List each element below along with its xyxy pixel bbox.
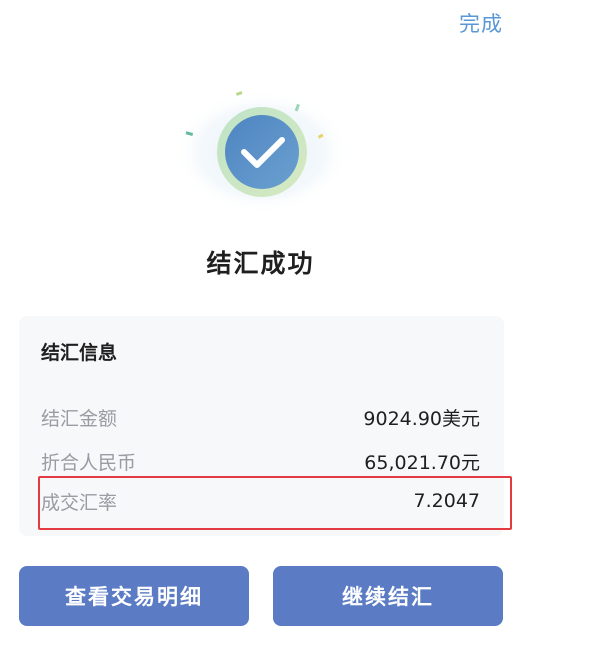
info-row-value: 65,021.70元: [364, 451, 480, 474]
info-row-label: 折合人民币: [41, 451, 137, 474]
info-row-amount: 结汇金额 9024.90美元: [41, 402, 480, 432]
info-row-value: 9024.90美元: [363, 407, 480, 430]
exchange-success-page: 完成 结汇成功 结汇信息 结汇金额 9024.90美元 折合人民币 65,021…: [0, 0, 613, 661]
info-row-rmb: 折合人民币 65,021.70元: [41, 446, 480, 476]
done-button[interactable]: 完成: [459, 8, 503, 38]
success-illustration: [170, 80, 370, 220]
check-circle-icon: [174, 90, 350, 214]
success-title: 结汇成功: [206, 249, 315, 278]
info-row-label: 结汇金额: [41, 407, 118, 430]
info-card-title: 结汇信息: [41, 342, 118, 364]
rate-highlight-annotation: [38, 476, 512, 530]
view-transaction-detail-button[interactable]: 查看交易明细: [19, 566, 249, 626]
continue-exchange-button[interactable]: 继续结汇: [273, 566, 503, 626]
